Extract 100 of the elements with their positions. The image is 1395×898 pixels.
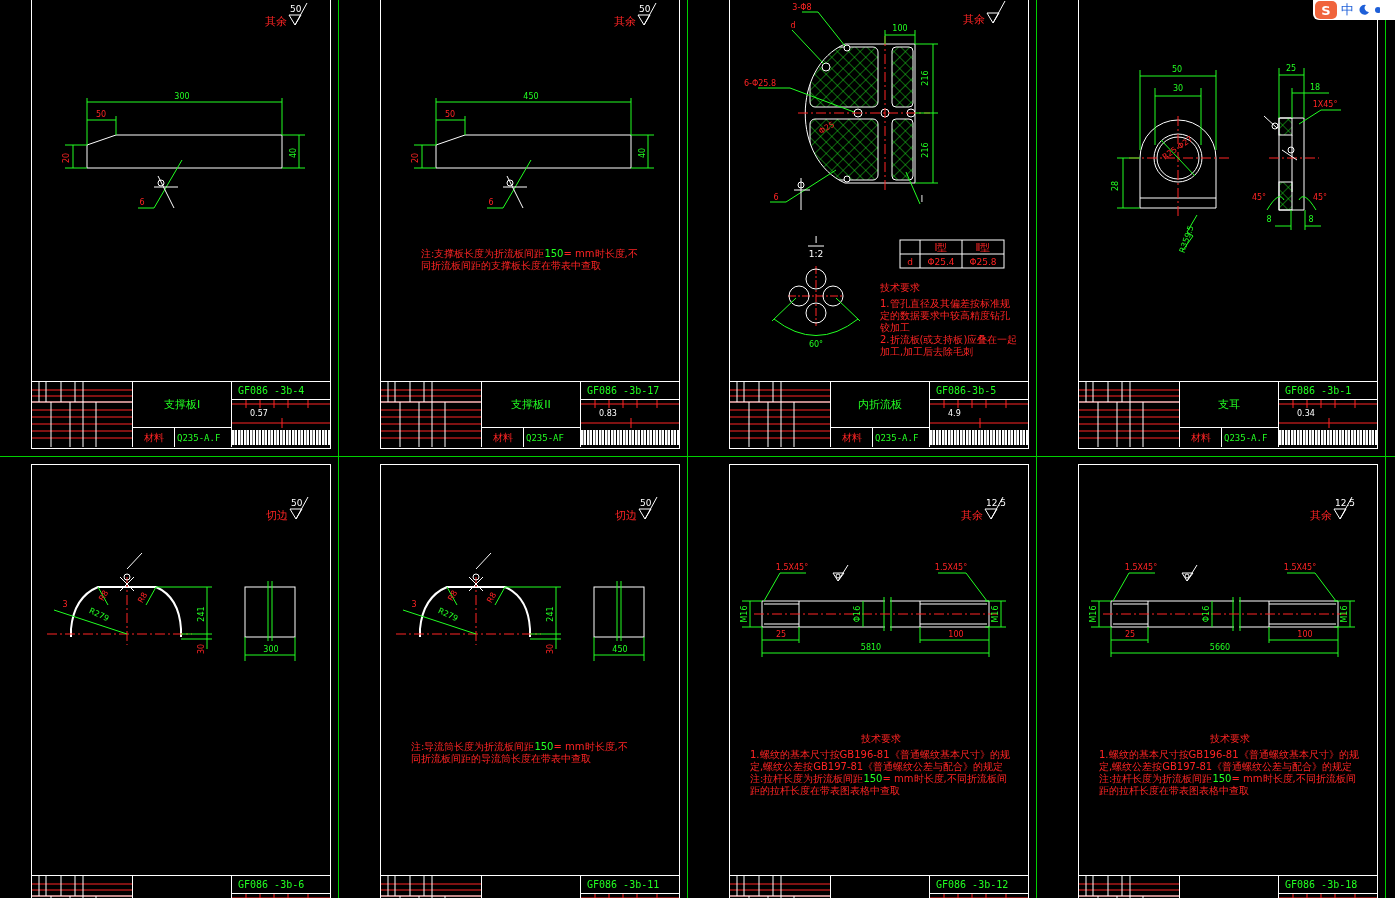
dimension-label: 450	[523, 92, 539, 101]
roughness-label: 切边	[266, 509, 288, 522]
part-name: 支耳	[1218, 397, 1240, 412]
requirement-text: 1.管孔直径及其偏差按标准规定的数据要求中较高精度钻孔铰加工	[880, 298, 1011, 334]
roughness-value: 50	[291, 498, 303, 508]
table-header: Ⅱ型	[975, 242, 991, 253]
requirements-heading: 技术要求	[1209, 733, 1251, 745]
dimension-label: Φ16	[1202, 605, 1211, 623]
mass-value: 0.83	[599, 408, 617, 418]
mass-value: 0.34	[1297, 408, 1315, 418]
weld-symbol-icon	[502, 175, 528, 209]
roughness-symbol-icon	[638, 496, 658, 520]
drawing-number: GF086 -3b-1	[1285, 385, 1352, 396]
roughness-label: 其余	[1310, 509, 1332, 522]
dimension-label: R25 Φ27	[1160, 134, 1195, 162]
dimension-label: R8	[136, 590, 150, 605]
dimension-label: R8	[446, 588, 460, 603]
dimension-label: M16	[1089, 605, 1098, 623]
requirement-text: 2.折流板(或支持板)应叠在一起加工,加工后去除毛刺	[880, 334, 1018, 358]
requirements-heading: 技术要求	[860, 733, 902, 745]
requirement-text: 1.螺纹的基本尺寸按GB196-81《普通螺纹基本尺寸》的规定,螺纹公差按GB197-81《普通螺纹公差与配合》的规定	[1099, 749, 1360, 773]
dimension-label: 1.5X45°	[1283, 563, 1317, 572]
table-cell: d	[907, 257, 913, 267]
ime-logo[interactable]: S	[1315, 1, 1337, 19]
part-name: 内折流板	[858, 397, 902, 412]
material-value: Q235-AF	[526, 432, 564, 443]
dimension-label: 45°	[1251, 193, 1267, 202]
drawing-number: GF086-3b-5	[936, 385, 997, 396]
dimension-label: 25	[1285, 64, 1297, 73]
dimension-label: 1X45°	[1312, 100, 1338, 109]
dimension-label: 216	[921, 142, 930, 158]
note-text: 注:拉杆长度为折流板间距150= mm时长度,不同折流板间距的拉杆长度在带表图表格中查取	[1099, 773, 1357, 797]
material-label: 材料	[143, 430, 164, 445]
dimension-label: 40	[289, 147, 298, 159]
mass-value: 0.57	[250, 408, 268, 418]
table-header: Ⅰ型	[934, 242, 948, 253]
dimension-label: R8	[97, 588, 111, 603]
dimension-label: 5660	[1209, 643, 1231, 652]
roughness-label: 其余	[961, 509, 983, 522]
moon-icon[interactable]	[1358, 4, 1370, 16]
dimension-label: 6-Φ25.8	[743, 79, 777, 88]
requirements-heading: 技术要求	[880, 282, 921, 294]
dimension-label: 3	[62, 600, 68, 609]
dimension-label: 300	[263, 645, 279, 654]
roughness-value: 50	[290, 4, 302, 14]
roughness-value: 50	[639, 4, 651, 14]
roughness-symbol-icon	[288, 2, 308, 26]
material-value: Q235-A.F	[1224, 432, 1268, 443]
material-label: 材料	[492, 430, 513, 445]
dimension-label: 1.5X45°	[934, 563, 968, 572]
dimension-label: 6	[773, 193, 779, 202]
dimension-label: 50	[444, 110, 456, 119]
roughness-icon	[1181, 564, 1198, 582]
roughness-value: 50	[640, 498, 652, 508]
table-cell: Φ25.4	[927, 257, 955, 267]
dimension-label: M16	[991, 605, 1000, 623]
roughness-icon	[832, 564, 849, 582]
dimension-label: 100	[948, 630, 964, 639]
roughness-symbol-icon	[1333, 496, 1353, 520]
dimension-label: 100	[892, 24, 908, 33]
weld-symbol-icon	[119, 552, 143, 592]
weld-symbol-icon	[153, 175, 179, 209]
part-name: 支撑板I	[163, 397, 201, 412]
material-value: Q235-A.F	[177, 432, 221, 443]
drawing-number: GF086 -3b-4	[238, 385, 305, 396]
weld-symbol-icon	[468, 552, 492, 592]
drawing-number: GF086 -3b-12	[936, 879, 1009, 890]
roughness-symbol-icon	[984, 496, 1004, 520]
note-text: 注:拉杆长度为折流板间距150= mm时长度,不同折流板间距的拉杆长度在带表图表格中查取	[750, 773, 1008, 797]
roughness-value: 12.5	[1335, 498, 1356, 508]
dimension-label: 50	[95, 110, 107, 119]
dimension-label: 45°	[1312, 193, 1328, 202]
mass-value: 4.9	[948, 408, 961, 418]
note-text: 注:支撑板长度为折流板间距150= mm时长度,不同折流板间距的支撑板长度在带表中查取	[421, 248, 639, 272]
dimension-label: 3	[411, 600, 417, 609]
dimension-label: 30	[197, 643, 206, 655]
drawing-number: GF086 -3b-6	[238, 879, 305, 890]
roughness-label: 其余	[963, 13, 985, 26]
weld-symbol-icon	[1263, 115, 1298, 161]
dimension-label: 241	[197, 606, 206, 622]
roughness-symbol-icon	[637, 2, 657, 26]
dimension-label: 8	[1266, 215, 1272, 224]
dimension-label: 30	[546, 643, 555, 655]
dimension-label: Φ25	[817, 119, 837, 136]
dimension-label: 18	[1309, 83, 1321, 92]
dimension-label: 6	[139, 198, 145, 207]
ime-mode-button[interactable]: 中	[1341, 1, 1354, 19]
dimension-label: 450	[612, 645, 628, 654]
note-text: 注:导流筒长度为折流板间距150= mm时长度,不同折流板间距的导流筒长度在带表中查取	[411, 741, 629, 765]
dimension-label: M16	[740, 605, 749, 623]
dimension-label: 25	[1124, 630, 1136, 639]
dimension-label: 6	[488, 198, 494, 207]
weld-symbol-icon	[793, 177, 811, 211]
roughness-label: 其余	[614, 15, 636, 28]
dimension-label: I	[920, 195, 924, 204]
dimension-label: 5810	[860, 643, 882, 652]
roughness-label: 其余	[265, 15, 287, 28]
drawing-number: GF086 -3b-17	[587, 385, 660, 396]
roughness-symbol-icon	[289, 496, 309, 520]
dimension-label: 25	[775, 630, 787, 639]
